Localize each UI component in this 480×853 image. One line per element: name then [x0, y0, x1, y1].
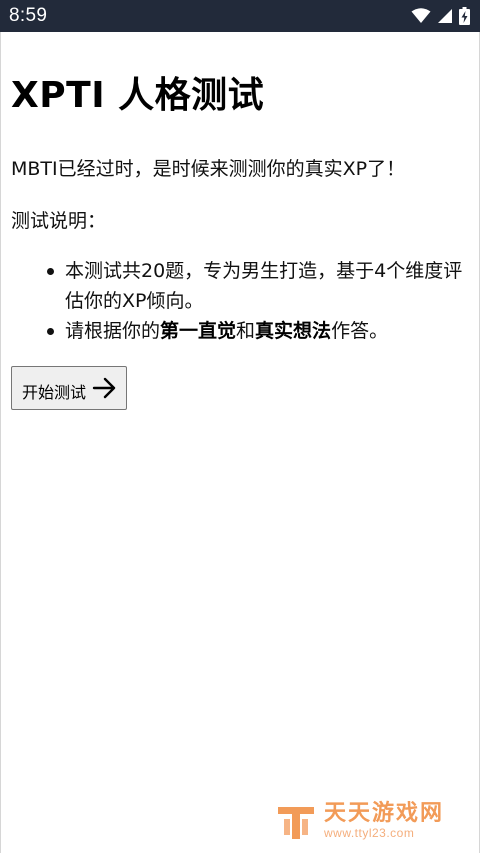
status-time: 8:59: [9, 5, 48, 26]
instruction-item: 请根据你的第一直觉和真实想法作答。: [39, 316, 469, 346]
instruction-text: 作答。: [331, 320, 389, 342]
bullet-icon: [47, 328, 54, 335]
status-icons: [411, 7, 470, 25]
bullet-icon: [47, 268, 54, 275]
page-content: XPTI 人格测试 MBTI已经过时，是时候来测测你的真实XP了！ 测试说明： …: [11, 32, 469, 410]
instruction-emphasis: 第一直觉: [160, 320, 237, 342]
instruction-item: 本测试共20题，专为男生打造，基于4个维度评估你的XP倾向。: [39, 256, 469, 316]
start-test-label: 开始测试: [22, 383, 87, 402]
watermark-name: 天天游戏网: [323, 801, 444, 826]
watermark-logo-icon: [277, 807, 314, 839]
start-test-button[interactable]: 开始测试: [11, 366, 128, 410]
watermark-text: 天天游戏网 www.ttyl23.com: [323, 801, 444, 841]
instructions-list: 本测试共20题，专为男生打造，基于4个维度评估你的XP倾向。 请根据你的第一直觉…: [11, 256, 469, 346]
wifi-icon: [411, 8, 431, 23]
instruction-text: 请根据你的: [65, 320, 161, 342]
arrow-right-icon: [92, 377, 116, 399]
instruction-emphasis: 真实想法: [255, 320, 332, 342]
page-title: XPTI 人格测试: [11, 75, 265, 116]
instruction-text: 和: [236, 320, 256, 342]
watermark-url: www.ttyl23.com: [323, 826, 415, 840]
battery-charging-icon: [459, 7, 470, 25]
status-bar: 8:59: [0, 0, 480, 32]
watermark: 天天游戏网 www.ttyl23.com: [274, 801, 444, 841]
instructions-label: 测试说明：: [11, 210, 107, 232]
intro-text: MBTI已经过时，是时候来测测你的真实XP了！: [11, 158, 406, 180]
cellular-signal-icon: [438, 9, 452, 23]
instruction-text: 本测试共20题，专为男生打造，基于4个维度评估你的XP倾向。: [65, 260, 463, 312]
